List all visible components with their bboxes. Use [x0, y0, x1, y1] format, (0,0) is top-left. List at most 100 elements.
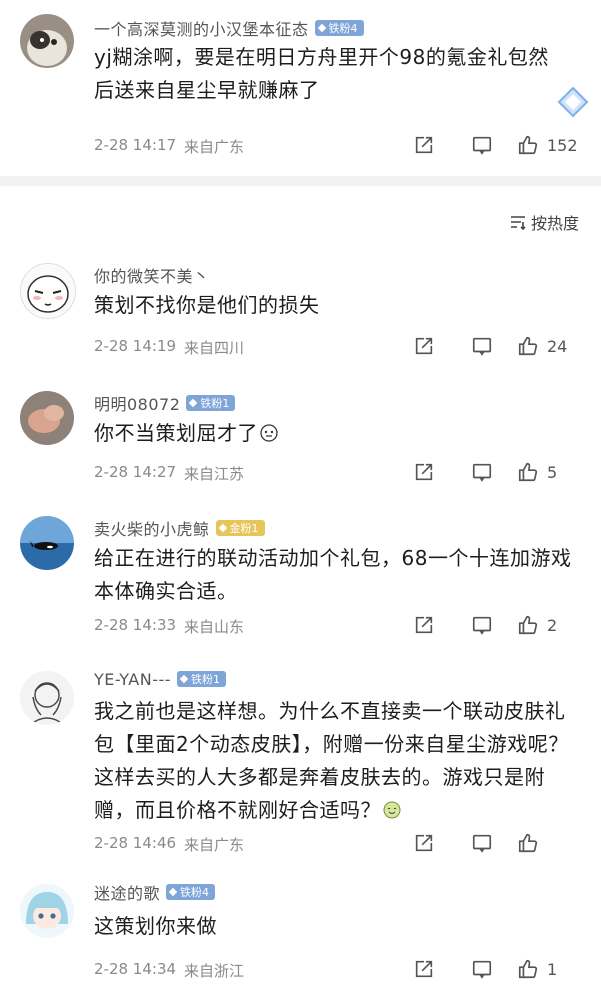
thumbs-up-icon: [518, 959, 538, 979]
reply-button[interactable]: [453, 132, 511, 158]
comment-header: 卖火柴的小虎鲸 金粉1: [94, 516, 265, 540]
fan-badge: 铁粉1: [186, 395, 236, 411]
comment-text: 我之前也是这样想。为什么不直接卖一个联动皮肤礼包【里面2个动态皮肤】，附赠一份来…: [94, 695, 577, 827]
location: 来自江苏: [184, 465, 245, 483]
like-count: 5: [547, 462, 558, 482]
comment-icon: [472, 337, 492, 356]
comment-header: 一个高深莫测的小汉堡本征态 铁粉4: [94, 16, 364, 40]
comment-text-content: 你不当策划屈才了: [94, 421, 258, 445]
emoji-icon: [260, 424, 278, 442]
comment-icon: [472, 616, 492, 635]
comment-icon: [472, 960, 492, 979]
comment-icon: [472, 136, 492, 155]
share-icon: [415, 834, 433, 852]
share-button[interactable]: [395, 459, 453, 485]
location: 来自浙江: [184, 962, 245, 980]
badge-label: 铁粉1: [191, 673, 221, 686]
fan-badge: 铁粉1: [177, 671, 227, 687]
share-button[interactable]: [395, 132, 453, 158]
action-bar: 24: [395, 333, 585, 359]
like-button[interactable]: [511, 830, 585, 856]
comment-icon: [472, 463, 492, 482]
comment-text-content: 我之前也是这样想。为什么不直接卖一个联动皮肤礼包【里面2个动态皮肤】，附赠一份来…: [94, 699, 569, 822]
comment-text: 你不当策划屈才了: [94, 417, 577, 450]
badge-label: 铁粉4: [328, 22, 358, 35]
share-icon: [415, 136, 433, 154]
like-button[interactable]: 2: [511, 612, 585, 638]
like-button[interactable]: 5: [511, 459, 585, 485]
comment-header: YE-YAN--- 铁粉1: [94, 667, 227, 691]
diamond-sparkle-icon: [557, 86, 589, 118]
reply-button[interactable]: [453, 333, 511, 359]
fan-badge: 金粉1: [215, 520, 265, 536]
sketch-avatar[interactable]: [20, 671, 74, 725]
action-bar: [395, 830, 585, 856]
action-bar: 2: [395, 612, 585, 638]
share-button[interactable]: [395, 333, 453, 359]
cat-avatar[interactable]: [20, 14, 74, 68]
share-icon: [415, 960, 433, 978]
timestamp: 2-28 14:33: [94, 616, 177, 634]
reply-button[interactable]: [453, 956, 511, 982]
location: 来自四川: [184, 339, 245, 357]
like-button[interactable]: 152: [511, 132, 585, 158]
thumbs-up-icon: [518, 615, 538, 635]
location: 来自山东: [184, 618, 245, 636]
thumbs-up-icon: [518, 135, 538, 155]
comment-meta: 2-28 14:19 来自四川: [94, 337, 244, 358]
thumbs-up-icon: [518, 833, 538, 853]
diamond-icon: [168, 887, 178, 897]
diamond-icon: [179, 674, 189, 684]
reply-button[interactable]: [453, 612, 511, 638]
share-icon: [415, 337, 433, 355]
meme-face-avatar[interactable]: [20, 263, 76, 319]
badge-label: 铁粉1: [200, 397, 230, 410]
comment-meta: 2-28 14:46 来自广东: [94, 834, 244, 855]
fan-badge: 铁粉4: [166, 884, 216, 900]
sort-toggle[interactable]: 按热度: [509, 210, 579, 234]
reply-button[interactable]: [453, 459, 511, 485]
comment-text: 这策划你来做: [94, 914, 217, 938]
share-button[interactable]: [395, 830, 453, 856]
username[interactable]: YE-YAN---: [94, 670, 171, 689]
smile-emoji-icon: [383, 801, 401, 819]
badge-label: 铁粉4: [180, 886, 210, 899]
username[interactable]: 卖火柴的小虎鲸: [94, 516, 210, 540]
anime-girl-avatar[interactable]: [20, 884, 74, 938]
comment-meta: 2-28 14:27 来自江苏: [94, 463, 244, 484]
share-button[interactable]: [395, 612, 453, 638]
comment-text: yj糊涂啊，要是在明日方舟里开个98的氪金礼包然后送来自星尘早就赚麻了: [94, 45, 549, 102]
like-button[interactable]: 24: [511, 333, 585, 359]
diamond-icon: [189, 398, 198, 408]
username[interactable]: 迷途的歌: [94, 880, 160, 904]
reply-button[interactable]: [453, 830, 511, 856]
comment-header: 明明08072 铁粉1: [94, 391, 236, 415]
like-count: 152: [547, 135, 578, 155]
comment-meta: 2-28 14:17 来自广东: [94, 136, 244, 157]
username[interactable]: 你的微笑不美丶: [94, 263, 210, 287]
diamond-icon: [218, 523, 227, 533]
orca-avatar[interactable]: [20, 516, 74, 570]
share-button[interactable]: [395, 956, 453, 982]
fan-badge: 铁粉4: [314, 20, 364, 36]
like-count: 1: [547, 959, 558, 979]
comment-text: 给正在进行的联动活动加个礼包，68一个十连加游戏本体确实合适。: [94, 546, 572, 603]
timestamp: 2-28 14:17: [94, 136, 177, 154]
comment-meta: 2-28 14:33 来自山东: [94, 616, 244, 637]
comment-header: 迷途的歌 铁粉4: [94, 880, 216, 904]
action-bar: 152: [395, 132, 585, 158]
share-icon: [415, 616, 433, 634]
hand-photo-avatar[interactable]: [20, 391, 74, 445]
comment-header: 你的微笑不美丶: [94, 263, 210, 287]
badge-label: 金粉1: [229, 522, 259, 535]
timestamp: 2-28 14:34: [94, 960, 177, 978]
username[interactable]: 一个高深莫测的小汉堡本征态: [94, 16, 309, 40]
section-divider: [0, 176, 601, 186]
username[interactable]: 明明08072: [94, 391, 180, 415]
thumbs-up-icon: [518, 462, 538, 482]
sort-icon: [510, 216, 526, 231]
timestamp: 2-28 14:27: [94, 463, 177, 481]
like-count: 2: [547, 615, 558, 635]
action-bar: 1: [395, 956, 585, 982]
like-button[interactable]: 1: [511, 956, 585, 982]
